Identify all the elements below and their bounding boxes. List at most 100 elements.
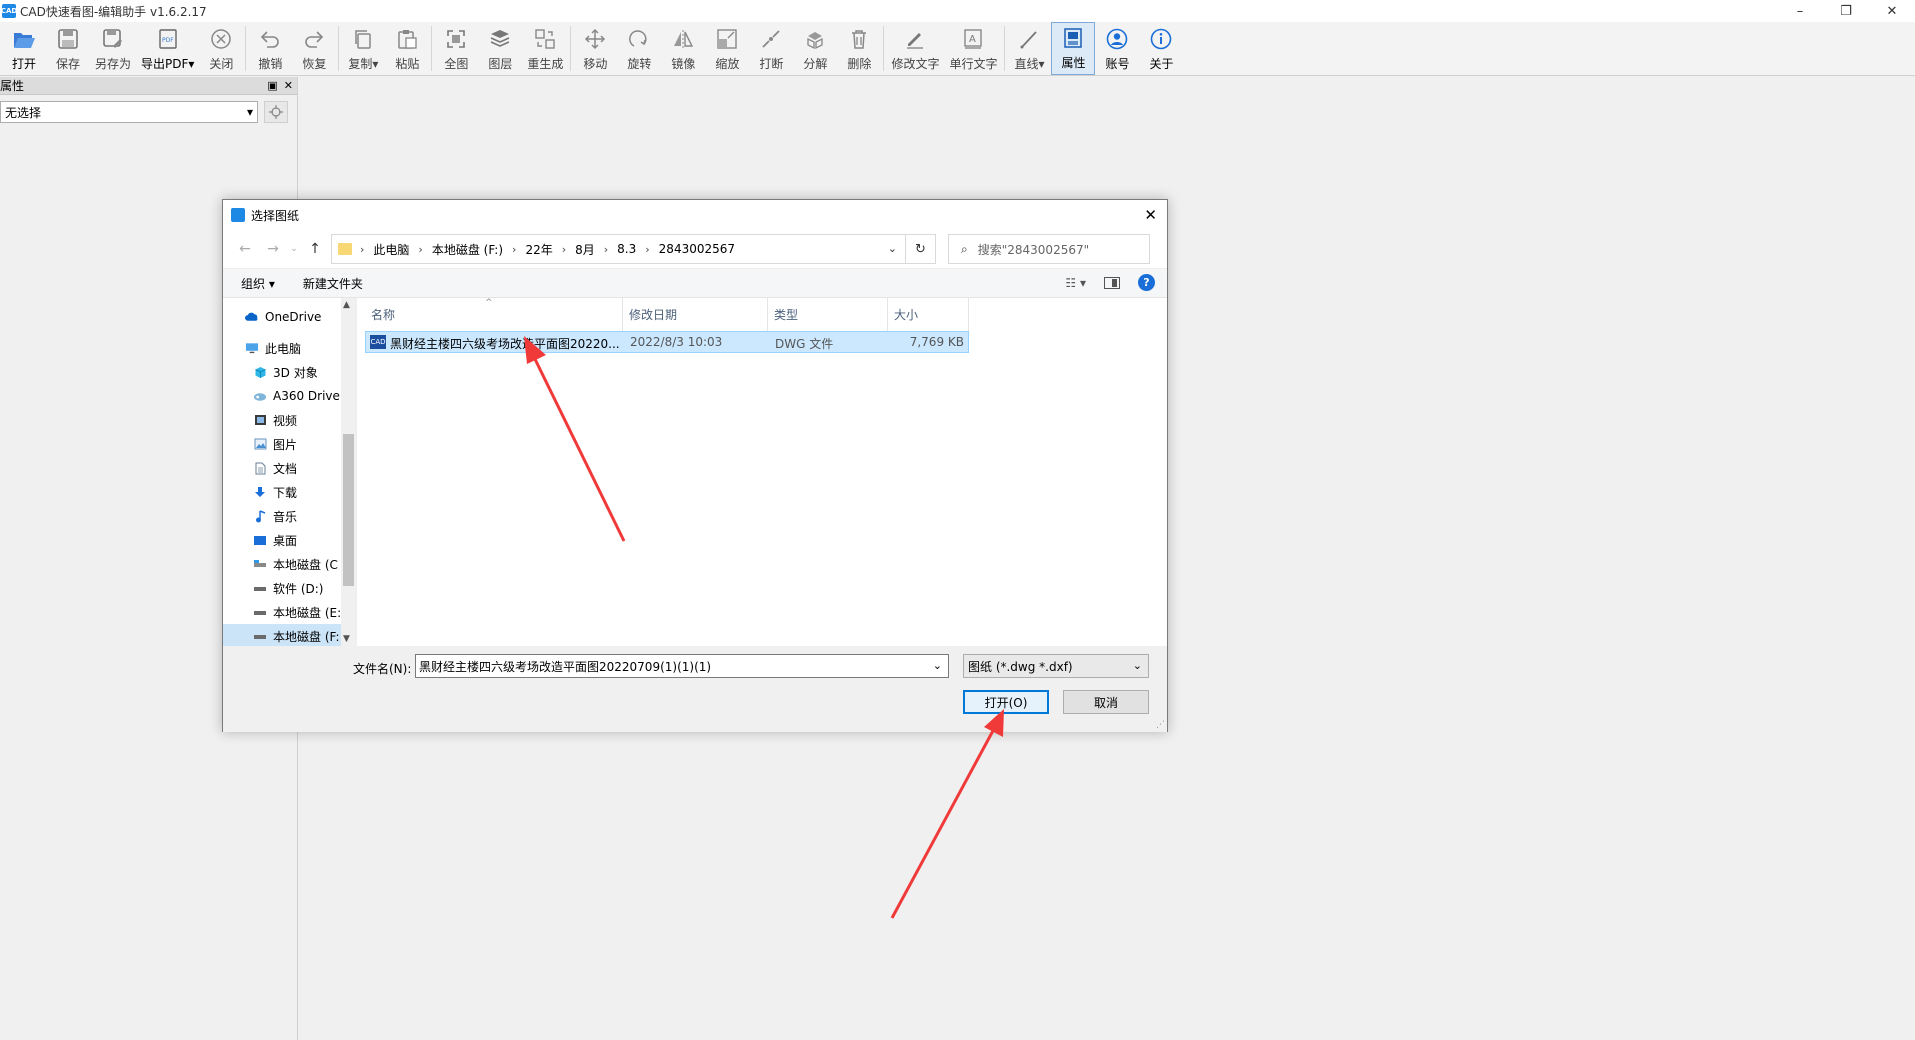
download-icon — [253, 486, 267, 499]
open-button[interactable]: 打开 — [2, 22, 46, 75]
close-file-button[interactable]: 关闭 — [199, 22, 243, 75]
dialog-body: OneDrive 此电脑 3D 对象 A360 Drive 视频 图片 文档 下… — [223, 298, 1167, 646]
close-window-button[interactable]: ✕ — [1869, 0, 1915, 22]
close-circle-icon — [208, 26, 234, 52]
crosshair-icon — [269, 105, 283, 119]
computer-icon — [245, 342, 259, 355]
cube-icon — [253, 366, 267, 379]
breadcrumb-item[interactable]: 本地磁盘 (F:) — [432, 241, 503, 258]
file-row[interactable]: CAD 黑财经主楼四六级考场改造平面图20220... 2022/8/3 10:… — [365, 331, 969, 353]
toolbar: 打开 保存 另存为 PDF 导出PDF▾ 关闭 撤销 恢复 复制▾ 粘贴 全图 … — [0, 22, 1915, 76]
selection-dropdown[interactable]: 无选择 ▾ — [0, 101, 258, 123]
pencil-icon — [902, 26, 928, 52]
up-arrow-icon[interactable]: ↑ — [301, 241, 329, 257]
help-icon[interactable]: ? — [1138, 274, 1155, 291]
column-name[interactable]: 名称 — [365, 298, 623, 331]
filename-input[interactable]: 黑财经主楼四六级考场改造平面图20220709(1)(1)(1) ⌄ — [415, 654, 949, 678]
open-button[interactable]: 打开(O) — [963, 690, 1049, 714]
preview-pane-icon[interactable] — [1104, 276, 1120, 289]
chevron-down-icon[interactable]: ⌄ — [888, 242, 897, 255]
search-icon: ⌕ — [961, 241, 968, 256]
scale-button[interactable]: 缩放 — [705, 22, 749, 75]
address-bar[interactable]: › 此电脑 › 本地磁盘 (F:) › 22年 › 8月 › 8.3 › 284… — [331, 234, 906, 264]
folder-icon — [338, 243, 352, 255]
export-pdf-button[interactable]: PDF 导出PDF▾ — [136, 22, 199, 75]
redo-icon — [301, 26, 327, 52]
mirror-button[interactable]: 镜像 — [661, 22, 705, 75]
pick-object-button[interactable] — [264, 101, 288, 123]
forward-arrow-icon[interactable]: → — [259, 241, 287, 257]
search-placeholder: 搜索"2843002567" — [977, 242, 1090, 257]
properties-button[interactable]: 属性 — [1051, 22, 1096, 75]
scrollbar-thumb[interactable] — [343, 434, 354, 586]
navigation-tree: OneDrive 此电脑 3D 对象 A360 Drive 视频 图片 文档 下… — [223, 298, 357, 646]
save-button[interactable]: 保存 — [46, 22, 90, 75]
about-button[interactable]: 关于 — [1139, 22, 1183, 75]
layer-button[interactable]: 图层 — [478, 22, 522, 75]
tree-item-disk-f[interactable]: 本地磁盘 (F: — [223, 624, 342, 646]
explode-button[interactable]: 分解 — [793, 22, 837, 75]
breadcrumb-item[interactable]: 此电脑 — [373, 241, 409, 258]
new-folder-button[interactable]: 新建文件夹 — [303, 275, 363, 292]
breadcrumb-separator: › — [360, 242, 365, 256]
selection-value: 无选择 — [5, 105, 42, 120]
full-view-button[interactable]: 全图 — [434, 22, 478, 75]
breadcrumb-item[interactable]: 22年 — [525, 241, 552, 258]
move-button[interactable]: 移动 — [573, 22, 617, 75]
cloud-icon — [245, 311, 259, 324]
rotate-icon — [626, 26, 652, 52]
chevron-down-icon: ⌄ — [1132, 659, 1142, 672]
redo-button[interactable]: 恢复 — [292, 22, 336, 75]
tree-scrollbar[interactable]: ▲ ▼ — [341, 298, 356, 646]
paste-button[interactable]: 粘贴 — [385, 22, 429, 75]
refresh-button[interactable]: ↻ — [906, 234, 936, 264]
file-date: 2022/8/3 10:03 — [630, 335, 723, 349]
file-type-filter[interactable]: 图纸 (*.dwg *.dxf) ⌄ — [963, 654, 1149, 678]
scroll-down-icon[interactable]: ▼ — [343, 634, 350, 644]
properties-icon — [1060, 25, 1086, 51]
pin-icon[interactable]: ▣ — [267, 79, 277, 92]
paste-icon — [394, 26, 420, 52]
back-arrow-icon[interactable]: ← — [231, 241, 259, 257]
filter-value: 图纸 (*.dwg *.dxf) — [968, 659, 1073, 674]
edit-text-button[interactable]: 修改文字 — [886, 22, 944, 75]
account-button[interactable]: 账号 — [1095, 22, 1139, 75]
chevron-down-icon[interactable]: ⌄ — [933, 659, 942, 672]
search-input[interactable]: ⌕ 搜索"2843002567" — [948, 234, 1150, 264]
cancel-button[interactable]: 取消 — [1063, 690, 1149, 714]
minimize-button[interactable]: – — [1777, 0, 1823, 22]
file-size: 7,769 KB — [909, 335, 964, 349]
column-type[interactable]: 类型 — [768, 298, 888, 331]
toolbar-separator — [338, 26, 340, 71]
window-controls: – ❐ ✕ — [1777, 0, 1915, 22]
single-text-button[interactable]: A 单行文字 — [944, 22, 1002, 75]
break-button[interactable]: 打断 — [749, 22, 793, 75]
resize-grip-icon[interactable]: ⋰ — [1156, 720, 1165, 730]
toolbar-separator — [1004, 26, 1006, 71]
organize-button[interactable]: 组织 ▾ — [241, 275, 275, 292]
delete-button[interactable]: 删除 — [837, 22, 881, 75]
breadcrumb-item[interactable]: 2843002567 — [659, 242, 735, 256]
undo-button[interactable]: 撤销 — [248, 22, 292, 75]
line-icon — [1016, 26, 1042, 52]
breadcrumb-item[interactable]: 8.3 — [617, 242, 636, 256]
panel-close-icon[interactable]: ✕ — [284, 79, 293, 92]
scroll-up-icon[interactable]: ▲ — [343, 300, 350, 310]
view-options-icon[interactable]: ☷ ▾ — [1065, 276, 1086, 290]
dialog-close-button[interactable]: ✕ — [1144, 206, 1157, 224]
line-button[interactable]: 直线▾ — [1007, 22, 1051, 75]
disk-icon — [253, 606, 267, 619]
column-size[interactable]: 大小 — [888, 298, 969, 331]
video-icon — [253, 414, 267, 427]
trash-icon — [846, 26, 872, 52]
document-icon — [253, 462, 267, 475]
copy-button[interactable]: 复制▾ — [341, 22, 385, 75]
rotate-button[interactable]: 旋转 — [617, 22, 661, 75]
chevron-down-icon: ▾ — [246, 105, 253, 119]
column-modified-date[interactable]: 修改日期 — [623, 298, 768, 331]
recent-dropdown-icon[interactable]: ⌄ — [287, 244, 301, 254]
regen-button[interactable]: 重生成 — [522, 22, 568, 75]
breadcrumb-item[interactable]: 8月 — [575, 241, 595, 258]
save-as-button[interactable]: 另存为 — [90, 22, 136, 75]
restore-button[interactable]: ❐ — [1823, 0, 1869, 22]
